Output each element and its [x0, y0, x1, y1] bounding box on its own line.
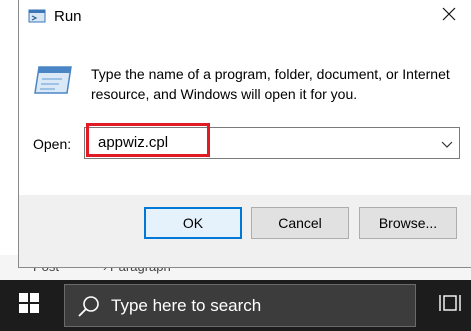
cancel-button[interactable]: Cancel	[251, 207, 349, 239]
taskbar: Type here to search	[0, 280, 471, 331]
task-view-icon	[438, 292, 462, 319]
ok-button[interactable]: OK	[144, 207, 242, 239]
button-bar: OK Cancel Browse...	[19, 195, 471, 267]
chevron-down-icon[interactable]	[441, 137, 453, 149]
run-app-icon	[33, 63, 73, 97]
browse-button[interactable]: Browse...	[359, 207, 457, 239]
dialog-title: Run	[54, 8, 82, 25]
taskbar-search[interactable]: Type here to search	[64, 284, 416, 327]
open-combobox[interactable]: appwiz.cpl	[84, 127, 460, 159]
run-icon	[28, 8, 46, 24]
open-label: Open:	[33, 136, 72, 152]
title-bar[interactable]: Run	[19, 0, 471, 33]
close-button[interactable]	[426, 0, 471, 33]
start-button[interactable]	[0, 280, 58, 331]
task-view-button[interactable]	[432, 280, 468, 331]
search-icon	[77, 295, 101, 319]
dialog-body: Type the name of a program, folder, docu…	[19, 33, 471, 267]
open-input[interactable]: appwiz.cpl	[98, 134, 168, 151]
windows-logo-icon	[19, 293, 39, 318]
run-dialog: Run Type the name of a program, folder, …	[18, 0, 471, 268]
dialog-description: Type the name of a program, folder, docu…	[91, 66, 450, 102]
close-icon	[442, 7, 456, 26]
search-placeholder: Type here to search	[111, 296, 262, 315]
